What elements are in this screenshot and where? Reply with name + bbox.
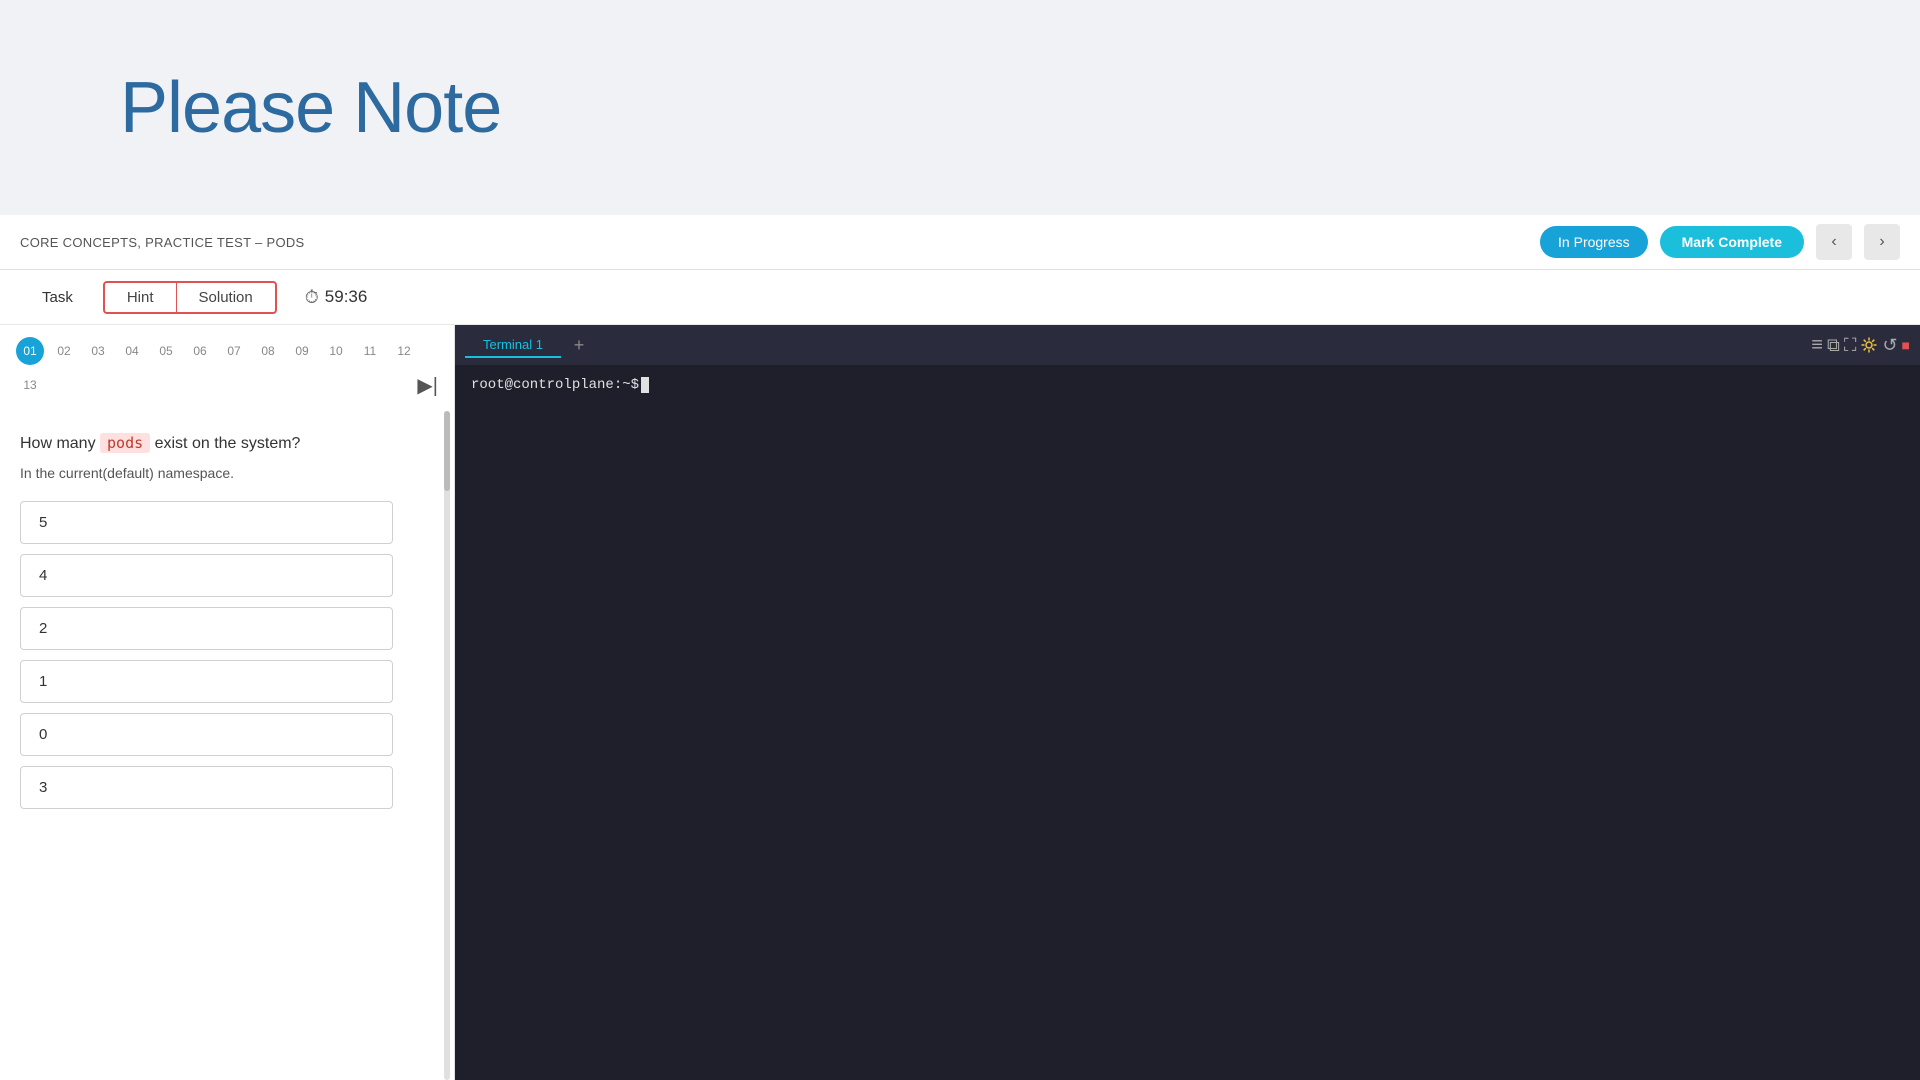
mark-complete-button[interactable]: Mark Complete	[1660, 226, 1804, 258]
main-area: CORE CONCEPTS, PRACTICE TEST – PODS In P…	[0, 215, 1920, 1080]
scroll-thumb	[444, 411, 450, 491]
left-panel: 01 02 03 04 05 06 07 08 09 10 11 12 13 ▶…	[0, 325, 455, 1080]
question-text: How many pods exist on the system?	[20, 431, 434, 457]
nav-right: In Progress Mark Complete ‹ ›	[1540, 224, 1900, 260]
question-area: How many pods exist on the system? In th…	[0, 411, 454, 1080]
terminal-cursor	[641, 377, 649, 393]
terminal-tabs-bar: Terminal 1 + ≡ ⧉ ⛶	[455, 325, 1920, 365]
hint-solution-group: Hint Solution	[103, 281, 277, 314]
page-title: Please Note	[120, 67, 501, 149]
terminal-prompt: root@controlplane:~$	[471, 377, 1904, 393]
add-terminal-button[interactable]: +	[565, 331, 593, 359]
step-07[interactable]: 07	[220, 337, 248, 365]
step-08[interactable]: 08	[254, 337, 282, 365]
timer-icon: ⏱	[305, 287, 319, 308]
terminal-content[interactable]: root@controlplane:~$	[455, 365, 1920, 1080]
nav-bar: CORE CONCEPTS, PRACTICE TEST – PODS In P…	[0, 215, 1920, 270]
step-09[interactable]: 09	[288, 337, 316, 365]
step-01[interactable]: 01	[16, 337, 44, 365]
answer-option-1[interactable]: 1	[20, 660, 393, 703]
tab-task[interactable]: Task	[20, 283, 95, 312]
answer-option-5[interactable]: 5	[20, 501, 393, 544]
content-split: 01 02 03 04 05 06 07 08 09 10 11 12 13 ▶…	[0, 325, 1920, 1080]
terminal-revert-icon[interactable]: ↺	[1882, 335, 1897, 356]
pods-highlight: pods	[100, 433, 150, 453]
top-banner: Please Note	[0, 0, 1920, 215]
step-13[interactable]: 13	[16, 371, 44, 399]
nav-left: CORE CONCEPTS, PRACTICE TEST – PODS	[20, 235, 305, 250]
terminal-fullscreen-icon[interactable]: ⛶	[1844, 335, 1857, 356]
question-text-after: exist on the system?	[150, 435, 300, 452]
in-progress-badge[interactable]: In Progress	[1540, 226, 1648, 258]
next-button[interactable]: ›	[1864, 224, 1900, 260]
prev-button[interactable]: ‹	[1816, 224, 1852, 260]
step-04[interactable]: 04	[118, 337, 146, 365]
timer-display: 59:36	[325, 287, 368, 307]
scroll-indicator	[444, 411, 450, 1080]
answer-option-0[interactable]: 0	[20, 713, 393, 756]
step-02[interactable]: 02	[50, 337, 78, 365]
step-03[interactable]: 03	[84, 337, 112, 365]
tab-hint[interactable]: Hint	[105, 283, 176, 312]
step-05[interactable]: 05	[152, 337, 180, 365]
answer-option-4[interactable]: 4	[20, 554, 393, 597]
step-12[interactable]: 12	[390, 337, 418, 365]
step-10[interactable]: 10	[322, 337, 350, 365]
step-06[interactable]: 06	[186, 337, 214, 365]
skip-to-end-button[interactable]: ▶|	[417, 373, 438, 398]
terminal-menu-icon[interactable]: ≡	[1811, 334, 1823, 357]
step-11[interactable]: 11	[356, 337, 384, 365]
tabs-row: Task Hint Solution ⏱ 59:36	[0, 270, 1920, 325]
right-panel: Terminal 1 + ≡ ⧉ ⛶	[455, 325, 1920, 1080]
terminal-settings-icon[interactable]	[1860, 336, 1878, 354]
terminal-tab-1[interactable]: Terminal 1	[465, 333, 561, 358]
step-numbers-row: 01 02 03 04 05 06 07 08 09 10 11 12 13 ▶…	[0, 325, 454, 411]
breadcrumb: CORE CONCEPTS, PRACTICE TEST – PODS	[20, 235, 305, 250]
question-text-before: How many	[20, 435, 100, 452]
terminal-stop-icon[interactable]: ■	[1902, 337, 1910, 353]
terminal-popout-icon[interactable]: ⧉	[1827, 335, 1840, 356]
terminal-prompt-text: root@controlplane:~$	[471, 377, 639, 393]
tab-solution[interactable]: Solution	[177, 283, 275, 312]
answer-option-3[interactable]: 3	[20, 766, 393, 809]
timer-area: ⏱ 59:36	[305, 287, 368, 308]
answer-option-2[interactable]: 2	[20, 607, 393, 650]
question-sub-text: In the current(default) namespace.	[20, 465, 434, 481]
